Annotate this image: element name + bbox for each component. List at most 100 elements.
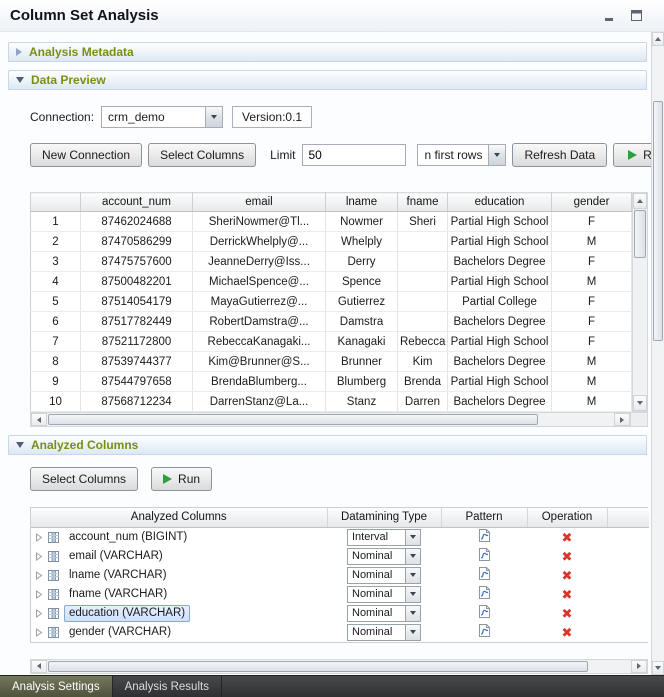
chevron-down-icon[interactable] xyxy=(405,568,420,583)
datamining-type-combo[interactable]: Nominal xyxy=(347,624,421,641)
fname-cell[interactable]: Rebecca xyxy=(398,332,448,352)
fname-cell[interactable]: Brenda xyxy=(398,372,448,392)
email-cell[interactable]: DarrenStanz@La... xyxy=(193,392,326,412)
chevron-right-icon[interactable] xyxy=(35,609,43,618)
editor-vertical-scrollbar[interactable] xyxy=(651,32,664,675)
email-cell[interactable]: RobertDamstra@... xyxy=(193,312,326,332)
education-cell[interactable]: Partial High School xyxy=(448,232,552,252)
pattern-icon[interactable] xyxy=(478,572,491,584)
chevron-down-icon[interactable] xyxy=(488,145,505,165)
analyzed-column-header[interactable]: Operation xyxy=(527,508,607,527)
education-cell[interactable]: Partial High School xyxy=(448,272,552,292)
account-num-cell[interactable]: 87544797658 xyxy=(81,372,193,392)
preview-horizontal-scrollbar[interactable] xyxy=(30,412,631,427)
chevron-right-icon[interactable] xyxy=(35,571,43,580)
account-num-cell[interactable]: 87462024688 xyxy=(81,212,193,232)
fname-cell[interactable]: Darren xyxy=(398,392,448,412)
email-cell[interactable]: BrendaBlumberg... xyxy=(193,372,326,392)
chevron-down-icon[interactable] xyxy=(405,549,420,564)
pattern-icon[interactable] xyxy=(478,553,491,565)
gender-cell[interactable]: F xyxy=(552,292,632,312)
analyzed-select-columns-button[interactable]: Select Columns xyxy=(30,467,138,491)
preview-table-row[interactable]: 5 87514054179 MayaGutierrez@... Gutierre… xyxy=(31,292,632,312)
chevron-down-icon[interactable] xyxy=(405,530,420,545)
gender-cell[interactable]: F xyxy=(552,212,632,232)
scroll-down-button[interactable] xyxy=(652,661,664,675)
analyzed-column-row[interactable]: gender (VARCHAR) Nominal xyxy=(31,623,649,642)
row-number-cell[interactable]: 5 xyxy=(31,292,81,312)
email-cell[interactable]: DerrickWhelply@... xyxy=(193,232,326,252)
scrollbar-thumb[interactable] xyxy=(634,210,646,258)
chevron-down-icon[interactable] xyxy=(205,107,222,127)
maximize-icon[interactable] xyxy=(628,8,644,23)
preview-table-row[interactable]: 9 87544797658 BrendaBlumberg... Blumberg… xyxy=(31,372,632,392)
account-num-cell[interactable]: 87475757600 xyxy=(81,252,193,272)
analyzed-column-header[interactable] xyxy=(607,508,649,527)
lname-cell[interactable]: Stanz xyxy=(326,392,398,412)
preview-column-header[interactable]: account_num xyxy=(81,193,193,212)
preview-table-row[interactable]: 2 87470586299 DerrickWhelply@... Whelply… xyxy=(31,232,632,252)
lname-cell[interactable]: Spence xyxy=(326,272,398,292)
bottom-horizontal-scrollbar[interactable] xyxy=(30,659,648,674)
education-cell[interactable]: Bachelors Degree xyxy=(448,352,552,372)
education-cell[interactable]: Partial College xyxy=(448,292,552,312)
row-number-cell[interactable]: 8 xyxy=(31,352,81,372)
run-button[interactable]: Run xyxy=(613,143,651,167)
scrollbar-track[interactable] xyxy=(652,46,664,661)
email-cell[interactable]: RebeccaKanagaki... xyxy=(193,332,326,352)
scrollbar-track[interactable] xyxy=(47,660,631,673)
gender-cell[interactable]: M xyxy=(552,372,632,392)
fname-cell[interactable] xyxy=(398,292,448,312)
new-connection-button[interactable]: New Connection xyxy=(30,143,142,167)
datamining-type-combo[interactable]: Interval xyxy=(347,529,421,546)
fname-cell[interactable]: Sheri xyxy=(398,212,448,232)
delete-icon[interactable]: ✖ xyxy=(562,549,573,564)
account-num-cell[interactable]: 87470586299 xyxy=(81,232,193,252)
chevron-down-icon[interactable] xyxy=(405,606,420,621)
gender-cell[interactable]: M xyxy=(552,232,632,252)
analyzed-column-header[interactable]: Datamining Type xyxy=(327,508,441,527)
chevron-right-icon[interactable] xyxy=(35,533,43,542)
row-number-cell[interactable]: 9 xyxy=(31,372,81,392)
bottom-tab[interactable]: Analysis Settings xyxy=(0,676,113,697)
lname-cell[interactable]: Derry xyxy=(326,252,398,272)
preview-vertical-scrollbar[interactable] xyxy=(632,192,648,412)
pattern-icon[interactable] xyxy=(478,610,491,622)
scrollbar-thumb[interactable] xyxy=(48,661,588,672)
analyzed-column-name[interactable]: gender (VARCHAR) xyxy=(64,624,176,641)
scrollbar-track[interactable] xyxy=(633,209,647,395)
chevron-right-icon[interactable] xyxy=(35,628,43,637)
preview-table-row[interactable]: 4 87500482201 MichaelSpence@... Spence P… xyxy=(31,272,632,292)
row-number-cell[interactable]: 1 xyxy=(31,212,81,232)
scroll-down-button[interactable] xyxy=(633,395,647,411)
lname-cell[interactable]: Whelply xyxy=(326,232,398,252)
delete-icon[interactable]: ✖ xyxy=(562,530,573,545)
analyzed-column-row[interactable]: lname (VARCHAR) Nominal xyxy=(31,566,649,585)
chevron-right-icon[interactable] xyxy=(35,590,43,599)
lname-cell[interactable]: Brunner xyxy=(326,352,398,372)
section-data-preview[interactable]: Data Preview xyxy=(8,70,647,90)
connection-combo[interactable]: crm_demo xyxy=(101,106,223,128)
gender-cell[interactable]: M xyxy=(552,272,632,292)
limit-input[interactable] xyxy=(302,144,406,166)
row-number-cell[interactable]: 2 xyxy=(31,232,81,252)
account-num-cell[interactable]: 87500482201 xyxy=(81,272,193,292)
gender-cell[interactable]: M xyxy=(552,352,632,372)
account-num-cell[interactable]: 87521172800 xyxy=(81,332,193,352)
row-number-cell[interactable]: 7 xyxy=(31,332,81,352)
fname-cell[interactable] xyxy=(398,272,448,292)
chevron-right-icon[interactable] xyxy=(35,552,43,561)
analyzed-column-row[interactable]: fname (VARCHAR) Nominal xyxy=(31,585,649,604)
email-cell[interactable]: MayaGutierrez@... xyxy=(193,292,326,312)
analyzed-column-name[interactable]: fname (VARCHAR) xyxy=(64,586,172,603)
lname-cell[interactable]: Kanagaki xyxy=(326,332,398,352)
row-number-cell[interactable]: 10 xyxy=(31,392,81,412)
education-cell[interactable]: Partial High School xyxy=(448,332,552,352)
datamining-type-combo[interactable]: Nominal xyxy=(347,605,421,622)
scrollbar-track[interactable] xyxy=(47,413,614,426)
pattern-icon[interactable] xyxy=(478,534,491,546)
minimize-icon[interactable] xyxy=(602,8,618,23)
lname-cell[interactable]: Gutierrez xyxy=(326,292,398,312)
scroll-right-button[interactable] xyxy=(614,413,630,426)
education-cell[interactable]: Partial High School xyxy=(448,212,552,232)
